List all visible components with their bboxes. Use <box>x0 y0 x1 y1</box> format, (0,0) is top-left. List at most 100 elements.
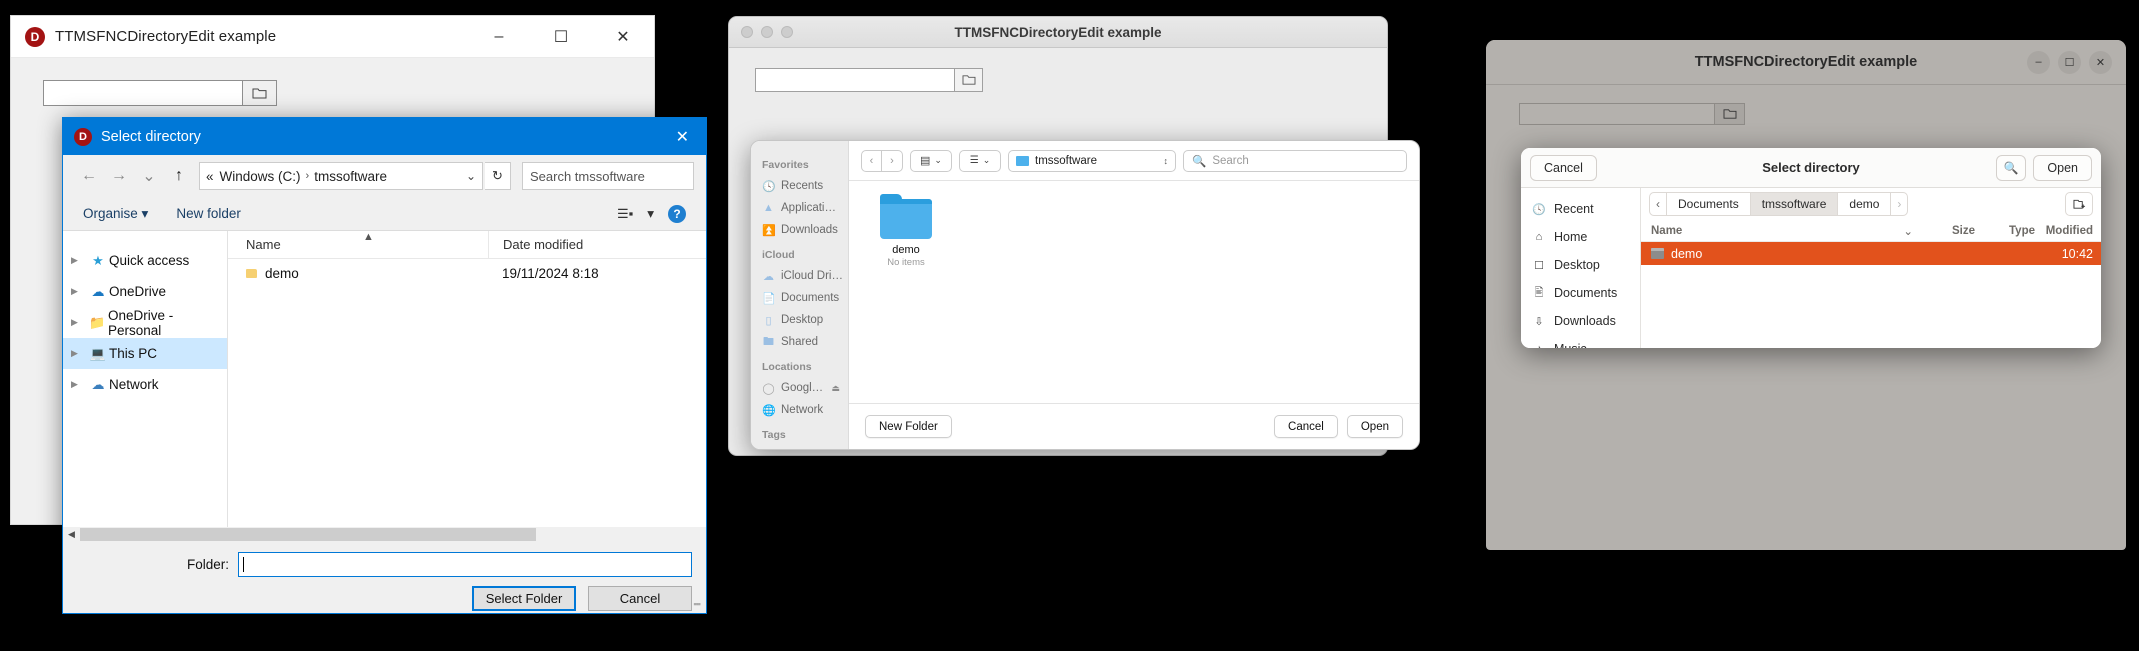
column-header-name[interactable]: Name <box>228 237 488 252</box>
chevron-down-icon[interactable]: ▾ <box>647 206 654 222</box>
sidebar-item-quick-access[interactable]: ▶ ★ Quick access <box>63 245 227 276</box>
organise-button[interactable]: Organise ▾ <box>83 206 148 222</box>
path-crumb-documents[interactable]: Documents <box>1666 192 1750 216</box>
sidebar-item-recent[interactable]: 🕓 Recent <box>1521 195 1640 223</box>
sidebar-item-network[interactable]: ▶ ☁ Network <box>63 369 227 400</box>
sidebar-item-label: Music <box>1554 342 1587 348</box>
maximize-button[interactable]: ☐ <box>2058 50 2081 74</box>
chevron-right-icon[interactable]: ▶ <box>71 379 87 390</box>
sidebar-item-home[interactable]: ⌂ Home <box>1521 223 1640 251</box>
windows-dialog-navbar: ← → ⌄ ↑ « Windows (C:) › tmssoftware ⌄ ↻… <box>63 155 706 197</box>
minimize-button[interactable]: – <box>468 16 530 57</box>
search-input[interactable]: Search tmssoftware <box>522 162 694 190</box>
chevron-right-icon[interactable]: ▶ <box>71 317 87 328</box>
table-row[interactable]: demo 19/11/2024 8:18 <box>228 259 706 287</box>
file-name: demo <box>265 265 299 281</box>
list-item[interactable]: demo No items <box>873 194 939 268</box>
column-header-modified[interactable]: Modified <box>2035 225 2101 237</box>
directory-edit-input[interactable] <box>1519 103 1715 125</box>
eject-icon[interactable]: ⏏ <box>831 383 840 394</box>
sidebar-item-icloud-drive[interactable]: ☁ iCloud Dri… <box>751 265 848 287</box>
new-folder-button[interactable]: New folder <box>176 206 241 221</box>
path-back-button[interactable]: ‹ <box>1649 192 1666 216</box>
document-icon: 🖹 <box>1534 286 1544 299</box>
sidebar-section-tags: Tags <box>762 429 786 441</box>
directory-edit-input[interactable] <box>755 68 955 92</box>
forward-button[interactable]: → <box>105 162 133 190</box>
open-button[interactable]: Open <box>1346 415 1403 438</box>
back-button[interactable]: ← <box>75 162 103 190</box>
back-button[interactable]: ‹ <box>861 149 882 172</box>
sidebar-item-google-drive[interactable]: ◯ Googl… ⏏ <box>751 377 848 399</box>
directory-edit-input[interactable] <box>43 80 243 106</box>
folder-input[interactable] <box>238 551 692 577</box>
path-crumb-demo[interactable]: demo <box>1837 192 1891 216</box>
column-header-date-modified[interactable]: Date modified <box>488 231 583 258</box>
forward-button[interactable]: › <box>882 149 903 172</box>
resize-grip-icon[interactable]: ▪▪▪ <box>693 599 701 609</box>
stepper-icon[interactable]: ↕ <box>1164 156 1169 166</box>
new-folder-button[interactable]: New Folder <box>865 415 952 438</box>
sidebar-item-desktop[interactable]: ☐ Desktop <box>1521 251 1640 279</box>
path-forward-button[interactable]: › <box>1890 192 1909 216</box>
sidebar-item-onedrive-personal[interactable]: ▶ 📁 OneDrive - Personal <box>63 307 227 338</box>
open-folder-icon[interactable] <box>243 80 277 106</box>
horizontal-scrollbar[interactable]: ◀ <box>63 527 706 542</box>
sidebar-item-documents[interactable]: 📄 Documents <box>751 287 848 309</box>
list-view-button[interactable]: ☰ ⌄ <box>959 149 1001 172</box>
open-folder-icon[interactable] <box>1715 103 1745 125</box>
open-folder-icon[interactable] <box>955 68 983 92</box>
sidebar-item-downloads[interactable]: ⇩ Downloads <box>1521 307 1640 335</box>
scroll-left-icon[interactable]: ◀ <box>63 529 80 540</box>
path-crumb-tmssoftware[interactable]: tmssoftware <box>1749 192 1838 216</box>
chevron-right-icon[interactable]: ▶ <box>71 348 87 359</box>
column-header-name[interactable]: Name ⌄ <box>1641 224 1923 238</box>
breadcrumb-item-0[interactable]: Windows (C:) <box>220 169 301 184</box>
sidebar-item-tag-red[interactable]: Red <box>751 445 848 449</box>
refresh-icon[interactable]: ↻ <box>485 162 511 190</box>
shared-folder-icon: 🖿 <box>763 335 774 348</box>
clock-icon: 🕓 <box>1532 203 1546 216</box>
sidebar-item-onedrive[interactable]: ▶ ☁ OneDrive <box>63 276 227 307</box>
cancel-button[interactable]: Cancel <box>1274 415 1338 438</box>
sidebar-item-music[interactable]: ♪ Music <box>1521 335 1640 348</box>
scrollbar-thumb[interactable] <box>80 528 536 541</box>
close-icon[interactable]: ✕ <box>676 127 689 147</box>
select-folder-button[interactable]: Select Folder <box>472 586 576 611</box>
column-header-size[interactable]: Size <box>1923 225 1975 237</box>
path-popup-button[interactable]: tmssoftware ↕ <box>1008 149 1176 172</box>
sidebar-item-documents[interactable]: 🖹 Documents <box>1521 279 1640 307</box>
breadcrumb-separator: › <box>305 170 310 182</box>
windows-app-body <box>11 58 654 106</box>
close-button[interactable]: ✕ <box>2089 50 2112 74</box>
open-button[interactable]: Open <box>2033 154 2092 181</box>
sidebar-item-recents[interactable]: 🕓 Recents <box>751 175 848 197</box>
maximize-button[interactable]: ☐ <box>530 16 592 57</box>
help-button[interactable]: ? <box>668 204 686 223</box>
search-input[interactable]: 🔍 Search <box>1183 149 1407 172</box>
sidebar-item-this-pc[interactable]: ▶ 💻 This PC <box>63 338 227 369</box>
breadcrumb-item-1[interactable]: tmssoftware <box>314 169 387 184</box>
recent-locations-button[interactable]: ⌄ <box>135 162 163 190</box>
cancel-button[interactable]: Cancel <box>588 586 692 611</box>
sidebar-item-network[interactable]: 🌐 Network <box>751 399 848 421</box>
up-button[interactable]: ↑ <box>165 162 193 190</box>
directory-edit-row <box>755 68 1387 92</box>
search-icon[interactable]: 🔍 <box>1996 154 2027 181</box>
close-button[interactable]: ✕ <box>592 16 654 57</box>
sidebar-item-desktop[interactable]: ▯ Desktop <box>751 309 848 331</box>
table-row[interactable]: demo 10:42 <box>1641 242 2101 265</box>
minimize-button[interactable]: – <box>2027 50 2050 74</box>
chevron-down-icon[interactable]: ⌄ <box>466 169 476 183</box>
new-folder-icon[interactable] <box>2065 192 2093 216</box>
document-icon: 📄 <box>762 292 776 305</box>
chevron-right-icon[interactable]: ▶ <box>71 286 87 297</box>
sidebar-item-applications[interactable]: ▲ Applicati… <box>751 197 848 219</box>
breadcrumb[interactable]: « Windows (C:) › tmssoftware ⌄ <box>199 162 483 190</box>
column-header-type[interactable]: Type <box>1975 225 2035 237</box>
sidebar-item-shared[interactable]: 🖿 Shared <box>751 331 848 353</box>
chevron-right-icon[interactable]: ▶ <box>71 255 87 266</box>
view-list-icon[interactable]: ☰▪ <box>617 206 633 222</box>
sidebar-item-downloads[interactable]: ⏫ Downloads <box>751 219 848 241</box>
grid-view-button[interactable]: ▤ ⌄ <box>910 149 952 172</box>
